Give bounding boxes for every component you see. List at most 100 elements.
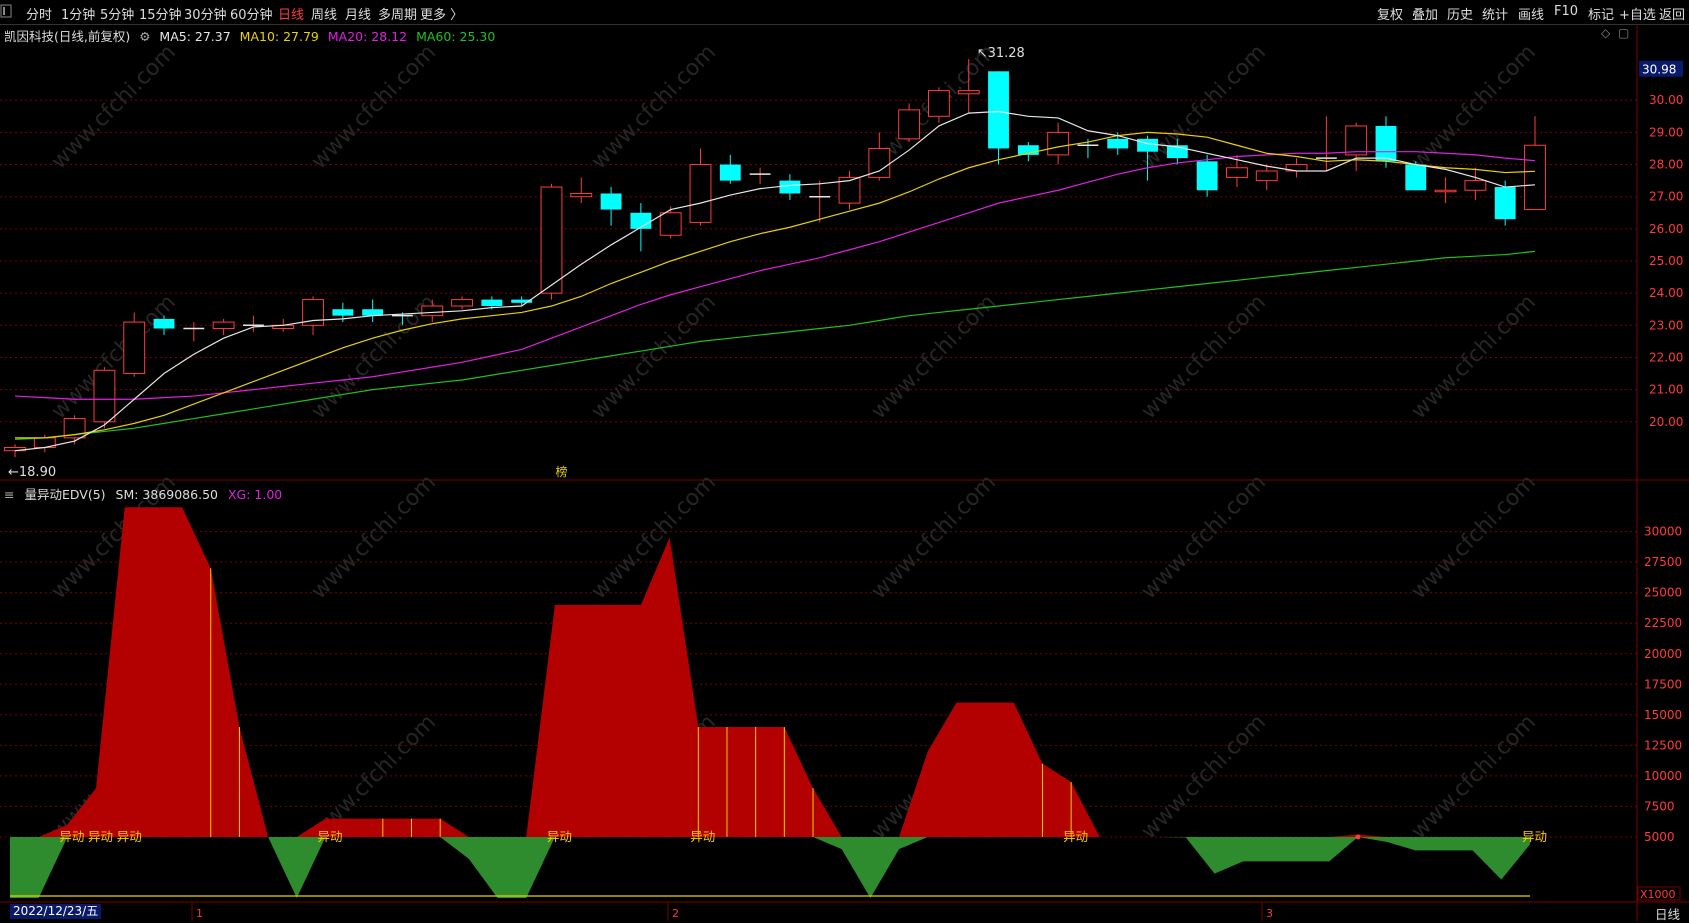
ma5-value: MA5: 27.37: [159, 29, 231, 44]
indicator-menu-icon[interactable]: ≡: [4, 487, 14, 502]
stock-title[interactable]: 凯因科技(日线,前复权): [4, 29, 130, 44]
indicator-sm: SM: 3869086.50: [115, 487, 218, 502]
indicator-tick-label: 30000: [1644, 525, 1682, 539]
candle[interactable]: [302, 296, 324, 335]
toolbar-button-2[interactable]: 历史: [1447, 4, 1473, 23]
indicator-tick-label: 7500: [1644, 799, 1675, 813]
diamond-icon[interactable]: ◇: [1601, 26, 1611, 40]
watermark-text: www.cfchi.com: [307, 470, 441, 604]
candle[interactable]: [570, 177, 593, 204]
indicator-tick-label: 20000: [1644, 647, 1682, 661]
period-tab-4[interactable]: 30分钟: [184, 4, 227, 23]
toolbar-button-0[interactable]: 复权: [1377, 4, 1403, 23]
edv-down-area: [10, 836, 1530, 898]
candle-body: [153, 318, 175, 329]
ma10-value: MA10: 27.79: [239, 29, 319, 44]
candle[interactable]: [540, 183, 563, 300]
indicator-panel[interactable]: 异动 异动 异动 异动 异动 异动 异动 异动: [10, 507, 1547, 898]
ma20-value: MA20: 28.12: [327, 29, 408, 44]
candle-body: [689, 164, 712, 223]
candle[interactable]: [212, 318, 235, 335]
candle-body: [600, 193, 622, 210]
candle-body: [898, 109, 921, 140]
candle-body: [1464, 180, 1487, 191]
indicator-tick-label: 17500: [1644, 677, 1682, 691]
toolbar-button-8[interactable]: 返回: [1659, 4, 1685, 23]
watermark-text: www.cfchi.com: [307, 40, 441, 174]
watermark-text: www.cfchi.com: [1407, 470, 1541, 604]
indicator-tick-label: 15000: [1644, 708, 1682, 722]
candle[interactable]: [988, 71, 1009, 165]
candle-body: [481, 299, 503, 307]
toolbar-button-6[interactable]: 标记: [1588, 4, 1614, 23]
candle-body: [570, 192, 593, 198]
candle-body: [332, 309, 354, 316]
candle[interactable]: [362, 299, 384, 323]
candle[interactable]: [123, 312, 146, 377]
price-panel[interactable]: ↖31.28 ←18.90 榜: [4, 46, 1546, 480]
price-tick-label: 27.00: [1649, 190, 1683, 204]
price-tick-label: 29.00: [1649, 125, 1683, 139]
candle[interactable]: [719, 154, 741, 184]
candle[interactable]: [659, 206, 682, 239]
settings-icon[interactable]: ⚙: [139, 29, 150, 44]
candle[interactable]: [1345, 122, 1368, 171]
toolbar-button-5[interactable]: F10: [1554, 4, 1578, 19]
indicator-tick-label: 27500: [1644, 555, 1682, 569]
toolbar-button-1[interactable]: 叠加: [1412, 4, 1438, 23]
candle-body: [421, 305, 444, 317]
candle[interactable]: [600, 187, 622, 226]
candle-body: [1494, 187, 1516, 220]
indicator-xg: XG: 1.00: [227, 487, 283, 502]
period-label[interactable]: 日线: [1655, 904, 1680, 923]
candle[interactable]: [1434, 177, 1457, 204]
square-icon[interactable]: ▢: [1618, 26, 1629, 40]
period-tab-1[interactable]: 1分钟: [61, 4, 95, 23]
ma20-line: [14, 151, 1536, 400]
period-tab-10[interactable]: 更多 〉: [420, 4, 463, 23]
candle[interactable]: [779, 174, 801, 200]
period-tab-2[interactable]: 5分钟: [100, 4, 134, 23]
candle[interactable]: [63, 415, 86, 445]
candle[interactable]: [1196, 154, 1218, 197]
candle[interactable]: [1464, 167, 1487, 200]
signal-label: 异动: [547, 829, 572, 844]
month-mark: 2: [672, 907, 679, 920]
candle[interactable]: [1524, 116, 1546, 211]
candle-body: [1047, 131, 1070, 156]
candle-body: [957, 90, 980, 95]
window-icon[interactable]: [0, 3, 14, 19]
period-tab-8[interactable]: 月线: [345, 4, 371, 23]
candle[interactable]: [451, 296, 473, 310]
candle-body: [93, 369, 116, 423]
candle[interactable]: [1315, 116, 1337, 171]
candle[interactable]: [1285, 158, 1308, 178]
candle-body: [779, 180, 801, 194]
candle[interactable]: [1047, 122, 1070, 165]
toolbar-button-4[interactable]: 画线: [1518, 4, 1544, 23]
period-tab-7[interactable]: 周线: [311, 4, 337, 23]
period-tab-5[interactable]: 60分钟: [230, 4, 273, 23]
candle-body: [988, 71, 1009, 149]
toolbar-button-3[interactable]: 统计: [1482, 4, 1508, 23]
period-tab-9[interactable]: 多周期: [378, 4, 417, 23]
candle-body: [630, 212, 652, 229]
watermark-layer: www.cfchi.com www.cfchi.com www.cfchi.com w…: [47, 40, 1541, 844]
candle[interactable]: [838, 170, 861, 210]
current-price-label: 30.98: [1642, 63, 1676, 77]
period-tab-3[interactable]: 15分钟: [139, 4, 182, 23]
candle-body: [1434, 189, 1457, 193]
candle[interactable]: [1255, 164, 1278, 191]
period-tab-6[interactable]: 日线: [278, 4, 304, 23]
ma60-value: MA60: 25.30: [416, 29, 496, 44]
candle[interactable]: [809, 180, 831, 223]
signal-label: 异动: [88, 829, 113, 844]
crosshair-date: 2022/12/23/五: [10, 904, 101, 919]
toolbar-button-7[interactable]: +自选: [1619, 4, 1656, 23]
period-tab-0[interactable]: 分时: [26, 4, 52, 23]
candle[interactable]: [749, 167, 771, 184]
candle[interactable]: [689, 148, 712, 226]
kline-chart[interactable]: www.cfchi.com www.cfchi.com www.cfchi.com w…: [0, 0, 1689, 921]
watermark-text: www.cfchi.com: [1137, 470, 1271, 604]
indicator-name[interactable]: 量异动EDV(5): [24, 487, 105, 502]
